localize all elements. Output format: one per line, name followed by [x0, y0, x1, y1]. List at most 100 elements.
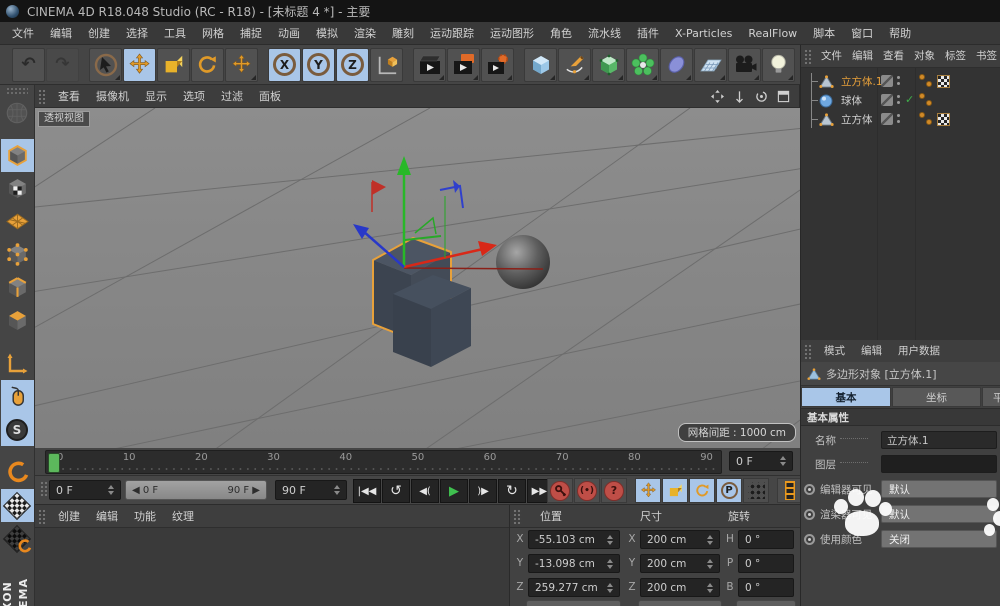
- menu-item[interactable]: 编辑: [42, 22, 80, 45]
- object-row-cube[interactable]: 立方体: [801, 110, 1000, 129]
- keyframe-help-button[interactable]: ?: [601, 478, 627, 503]
- add-cube-button[interactable]: [524, 48, 557, 82]
- live-selection-button[interactable]: [89, 48, 122, 82]
- radio-icon[interactable]: [804, 534, 815, 545]
- editor-visibility-dropdown[interactable]: 默认: [881, 480, 997, 498]
- om-menu-item[interactable]: 查看: [878, 45, 909, 68]
- range-start-field[interactable]: 0 F: [49, 480, 121, 500]
- pos-z-field[interactable]: 259.277 cm: [528, 578, 620, 597]
- undo-button[interactable]: ↶: [12, 48, 45, 82]
- menu-item[interactable]: 网格: [194, 22, 232, 45]
- camera-button[interactable]: [728, 48, 761, 82]
- sculpt-mode-button[interactable]: [1, 96, 34, 129]
- material-menu-item[interactable]: 编辑: [88, 505, 126, 528]
- visibility-toggle-icon[interactable]: [881, 94, 893, 106]
- deformer-button[interactable]: [660, 48, 693, 82]
- size-z-field[interactable]: 200 cm: [640, 578, 720, 597]
- play-backwards-button[interactable]: ↺: [382, 479, 410, 503]
- menu-item[interactable]: 模拟: [308, 22, 346, 45]
- rotate-tool-button[interactable]: [191, 48, 224, 82]
- enabled-check-icon[interactable]: ✓: [905, 93, 914, 106]
- current-frame-field[interactable]: 0 F: [729, 451, 793, 471]
- om-menu-item[interactable]: 编辑: [847, 45, 878, 68]
- rot-p-field[interactable]: 0 °: [738, 554, 794, 573]
- panel-grip[interactable]: [38, 509, 47, 524]
- panel-grip[interactable]: [804, 344, 813, 359]
- object-tree[interactable]: 立方体.1 球体 ✓ 立方体: [801, 68, 1000, 340]
- editor-render-dots-icon[interactable]: [897, 114, 900, 123]
- enabled-dot-icon[interactable]: [919, 93, 925, 99]
- viewport-menu-item[interactable]: 摄像机: [88, 85, 137, 108]
- render-view-button[interactable]: [413, 48, 446, 82]
- enabled-dot-icon[interactable]: [919, 112, 925, 118]
- material-menu-item[interactable]: 功能: [126, 505, 164, 528]
- material-menu-item[interactable]: 创建: [50, 505, 88, 528]
- points-mode-button[interactable]: [1, 238, 34, 271]
- menu-item[interactable]: 运动图形: [482, 22, 542, 45]
- enabled-dot-icon[interactable]: [926, 100, 932, 106]
- om-menu-item[interactable]: 文件: [816, 45, 847, 68]
- coord-apply-button[interactable]: [736, 600, 796, 606]
- coordinate-system-button[interactable]: [370, 48, 403, 82]
- viewport-pan-icon[interactable]: [710, 89, 725, 104]
- object-row-cube1[interactable]: 立方体.1: [801, 72, 1000, 91]
- menu-item[interactable]: X-Particles: [667, 22, 740, 45]
- menu-item[interactable]: 动画: [270, 22, 308, 45]
- panel-grip[interactable]: [40, 481, 49, 496]
- range-end-field[interactable]: 90 F: [275, 480, 347, 500]
- snap-button[interactable]: S: [1, 413, 34, 446]
- render-settings-button[interactable]: [481, 48, 514, 82]
- x-axis-lock-button[interactable]: X: [268, 48, 301, 82]
- render-picture-viewer-button[interactable]: [447, 48, 480, 82]
- texture-tag-icon[interactable]: [937, 75, 950, 88]
- tab-phong[interactable]: 平滑: [982, 387, 1000, 407]
- rot-b-field[interactable]: 0 °: [738, 578, 794, 597]
- menu-item[interactable]: 渲染: [346, 22, 384, 45]
- light-button[interactable]: [762, 48, 795, 82]
- dock-grip[interactable]: [6, 87, 28, 94]
- cube-2[interactable]: [393, 275, 471, 367]
- spline-pen-button[interactable]: [558, 48, 591, 82]
- om-menu-item[interactable]: 标签: [940, 45, 971, 68]
- enabled-dot-icon[interactable]: [919, 74, 925, 80]
- key-rotation-toggle[interactable]: [689, 478, 715, 503]
- coord-size-mode-button[interactable]: [638, 600, 722, 606]
- menu-item[interactable]: 角色: [542, 22, 580, 45]
- menu-item[interactable]: 流水线: [580, 22, 629, 45]
- menu-item[interactable]: 窗口: [843, 22, 881, 45]
- scale-tool-button[interactable]: [157, 48, 190, 82]
- menu-item[interactable]: 工具: [156, 22, 194, 45]
- material-list-empty[interactable]: [35, 528, 509, 606]
- panel-grip[interactable]: [513, 509, 522, 524]
- spinner-icon[interactable]: [330, 485, 340, 495]
- axis-mode-button[interactable]: [1, 347, 34, 380]
- material-dock-button[interactable]: [1, 489, 34, 522]
- menu-item[interactable]: RealFlow: [740, 22, 805, 45]
- om-menu-item[interactable]: 书签: [971, 45, 1000, 68]
- polygons-mode-button[interactable]: [1, 304, 34, 337]
- attribute-menu-item[interactable]: 模式: [816, 340, 853, 363]
- position-header[interactable]: 位置: [532, 505, 570, 528]
- viewport-rotate-icon[interactable]: [754, 89, 769, 104]
- texture-tag-icon[interactable]: [937, 113, 950, 126]
- record-keyframe-button[interactable]: [547, 478, 573, 503]
- timeline-ruler[interactable]: 0102030405060708090: [45, 450, 722, 474]
- key-position-toggle[interactable]: [635, 478, 661, 503]
- viewport-menu-item[interactable]: 选项: [175, 85, 213, 108]
- menu-item[interactable]: 文件: [4, 22, 42, 45]
- radio-icon[interactable]: [804, 509, 815, 520]
- autokey-button[interactable]: (•): [574, 478, 600, 503]
- previous-frame-button[interactable]: ◀(: [411, 479, 439, 503]
- panel-grip[interactable]: [38, 89, 47, 104]
- layer-field[interactable]: [881, 455, 997, 473]
- name-field[interactable]: 立方体.1: [881, 431, 997, 449]
- menu-item[interactable]: 创建: [80, 22, 118, 45]
- viewport-canvas[interactable]: 透视视图 网格间距 : 1000 cm: [35, 108, 800, 448]
- material-menu-item[interactable]: 纹理: [164, 505, 202, 528]
- size-header[interactable]: 尺寸: [632, 505, 670, 528]
- menu-item[interactable]: 选择: [118, 22, 156, 45]
- key-scale-toggle[interactable]: [662, 478, 688, 503]
- viewport-menu-item[interactable]: 查看: [50, 85, 88, 108]
- pos-x-field[interactable]: -55.103 cm: [528, 530, 620, 549]
- spinner-icon[interactable]: [776, 456, 786, 466]
